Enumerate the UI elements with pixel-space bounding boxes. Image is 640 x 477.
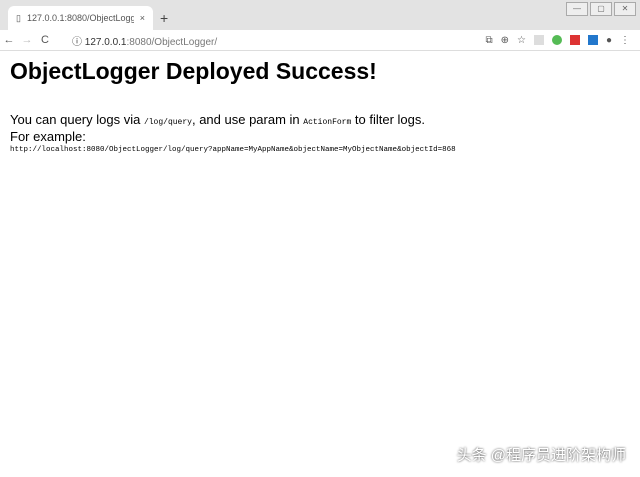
example-label: For example:	[10, 129, 86, 144]
page-title: ObjectLogger Deployed Success!	[10, 58, 377, 84]
page-content: ObjectLogger Deployed Success! You can q…	[10, 58, 630, 154]
back-button[interactable]: ←	[0, 34, 18, 46]
zoom-icon[interactable]: ⊕	[501, 35, 509, 46]
maximize-button[interactable]: ▢	[590, 2, 612, 16]
tab-title: 127.0.0.1:8080/ObjectLogger/	[26, 13, 134, 23]
info-icon[interactable]: ⓘ	[72, 37, 82, 48]
description: You can query logs via /log/query, and u…	[10, 113, 630, 130]
text: to filter logs.	[351, 112, 425, 127]
account-icon[interactable]: ●	[606, 35, 612, 46]
bookmark-star-icon[interactable]: ☆	[517, 35, 526, 46]
code-path: /log/query	[143, 118, 192, 127]
title-bar: ▯ 127.0.0.1:8080/ObjectLogger/ × + — ▢ ✕	[0, 0, 640, 31]
address-bar[interactable]: ⓘ 127.0.0.1:8080/ObjectLogger/	[72, 33, 485, 48]
code-class: ActionForm	[303, 118, 352, 127]
translate-icon[interactable]: ⧉	[485, 35, 492, 46]
extension-icon[interactable]	[533, 34, 544, 45]
reload-button[interactable]: C	[36, 34, 54, 46]
close-tab-icon[interactable]: ×	[140, 13, 145, 23]
example-url: http://localhost:8080/ObjectLogger/log/q…	[10, 146, 456, 154]
url-path: :8080/ObjectLogger/	[126, 36, 218, 48]
watermark: 头条 @程序员进阶架构师	[456, 447, 626, 464]
extension-icon[interactable]	[569, 34, 580, 45]
minimize-button[interactable]: —	[566, 2, 588, 16]
new-tab-button[interactable]: +	[160, 10, 168, 26]
extension-icon[interactable]	[551, 34, 562, 45]
text: You can query logs via	[10, 112, 144, 127]
page-icon: ▯	[16, 12, 21, 23]
tab-active[interactable]: ▯ 127.0.0.1:8080/ObjectLogger/ ×	[8, 6, 153, 30]
url-host: 127.0.0.1	[84, 36, 127, 48]
text: , and use param in	[191, 112, 304, 127]
toolbar: ← → C ⓘ 127.0.0.1:8080/ObjectLogger/ ⧉ ⊕…	[0, 30, 640, 51]
forward-button[interactable]: →	[18, 34, 36, 46]
close-window-button[interactable]: ✕	[614, 2, 636, 16]
extension-icon[interactable]	[587, 34, 598, 45]
menu-icon[interactable]: ⋮	[620, 35, 630, 46]
